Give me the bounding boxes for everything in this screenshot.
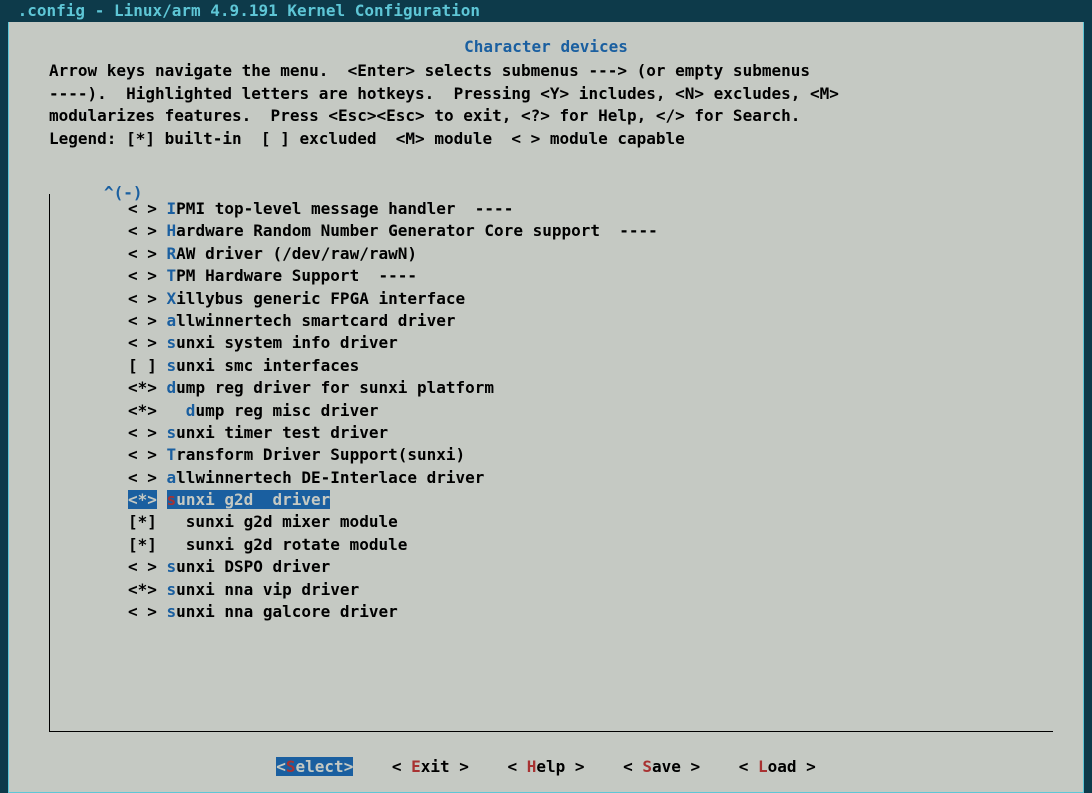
menu-item[interactable]: [*] sunxi g2d rotate module (128, 534, 1053, 556)
menu-item[interactable]: < > Transform Driver Support(sunxi) (128, 444, 1053, 466)
menu-item[interactable]: [ ] sunxi smc interfaces (128, 355, 1053, 377)
menu-item[interactable]: < > IPMI top-level message handler ---- (128, 198, 1053, 220)
menu-item[interactable]: < > sunxi system info driver (128, 332, 1053, 354)
help-button[interactable]: < Help > (507, 757, 584, 776)
scroll-up-indicator: ^(-) (102, 182, 145, 204)
menu-item[interactable]: < > allwinnertech smartcard driver (128, 310, 1053, 332)
menu-list-frame: ^(-) < > IPMI top-level message handler … (49, 194, 1053, 732)
menu-item[interactable]: < > allwinnertech DE-Interlace driver (128, 467, 1053, 489)
exit-button[interactable]: < Exit > (392, 757, 469, 776)
menu-item[interactable]: < > sunxi nna galcore driver (128, 601, 1053, 623)
main-dialog: Character devices Arrow keys navigate th… (8, 22, 1084, 793)
menu-item[interactable]: <*> sunxi g2d driver (128, 489, 330, 511)
menu-item[interactable]: <*> dump reg driver for sunxi platform (128, 377, 1053, 399)
menu-item[interactable]: < > sunxi timer test driver (128, 422, 1053, 444)
menu-item[interactable]: <*> sunxi nna vip driver (128, 579, 1053, 601)
menu-item[interactable]: < > Xillybus generic FPGA interface (128, 288, 1053, 310)
menu-list[interactable]: < > IPMI top-level message handler ----<… (50, 194, 1053, 623)
menu-item[interactable]: < > TPM Hardware Support ---- (128, 265, 1053, 287)
help-text: Arrow keys navigate the menu. <Enter> se… (9, 58, 1083, 150)
menu-item[interactable]: < > Hardware Random Number Generator Cor… (128, 220, 1053, 242)
window-title: .config - Linux/arm 4.9.191 Kernel Confi… (0, 0, 1092, 22)
menu-item[interactable]: < > sunxi DSPO driver (128, 556, 1053, 578)
save-button[interactable]: < Save > (623, 757, 700, 776)
menu-item[interactable]: [*] sunxi g2d mixer module (128, 511, 1053, 533)
button-bar: <Select> < Exit > < Help > < Save > < Lo… (9, 756, 1083, 778)
menu-item[interactable]: <*> dump reg misc driver (128, 400, 1053, 422)
page-title: Character devices (9, 36, 1083, 58)
load-button[interactable]: < Load > (739, 757, 816, 776)
select-button[interactable]: <Select> (276, 757, 353, 776)
menu-item[interactable]: < > RAW driver (/dev/raw/rawN) (128, 243, 1053, 265)
